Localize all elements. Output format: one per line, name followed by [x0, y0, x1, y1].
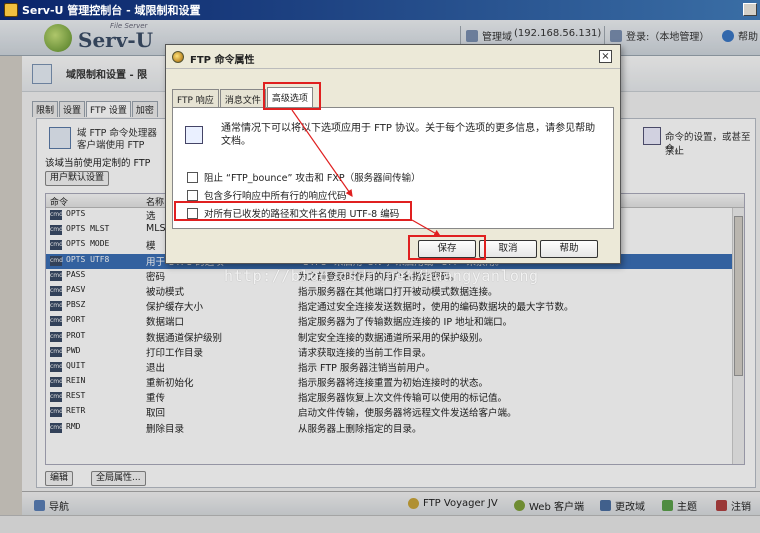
arrow-tab-to-option — [291, 109, 353, 197]
arrow-option-to-save — [411, 219, 442, 237]
blog-watermark: http://blog.csdn.net/huangyanlong — [224, 267, 539, 285]
